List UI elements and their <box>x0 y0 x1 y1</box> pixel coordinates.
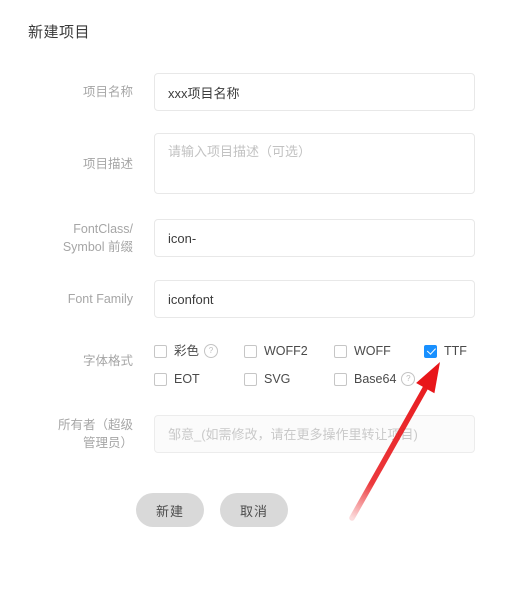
checkbox-woff2[interactable]: WOFF2 <box>244 340 308 362</box>
checkbox-eot[interactable]: EOT <box>154 368 200 390</box>
checkbox-row-2: EOT SVG Base64? <box>154 368 494 390</box>
font-prefix-input[interactable] <box>154 219 475 257</box>
label-font-prefix: FontClass/ Symbol 前缀 <box>62 222 133 254</box>
new-project-dialog: 新建项目 项目名称 项目描述 FontClass/ Symbol 前缀 Font… <box>0 0 517 595</box>
font-format-checkbox-grid: 彩色? WOFF2 WOFF TTF EOT SVG Base64? <box>154 340 494 396</box>
checkbox-base64[interactable]: Base64? <box>334 368 416 390</box>
checkbox-checked-icon[interactable] <box>424 344 437 358</box>
help-question-icon[interactable]: ? <box>401 372 416 386</box>
checkbox-label: SVG <box>264 372 291 386</box>
checkbox-empty-icon[interactable] <box>334 372 347 386</box>
checkbox-ttf[interactable]: TTF <box>424 340 467 362</box>
checkbox-woff[interactable]: WOFF <box>334 340 391 362</box>
label-font-family: Font Family <box>67 292 133 306</box>
checkbox-empty-icon[interactable] <box>154 372 167 386</box>
checkbox-彩色[interactable]: 彩色? <box>154 340 219 362</box>
checkbox-label: EOT <box>174 372 200 386</box>
dialog-actions: 新建 取消 <box>136 493 288 527</box>
create-button[interactable]: 新建 <box>136 493 204 527</box>
checkbox-empty-icon[interactable] <box>244 372 257 386</box>
label-project-name: 项目名称 <box>82 85 133 99</box>
checkbox-label: 彩色 <box>174 344 200 358</box>
label-project-desc: 项目描述 <box>82 157 133 171</box>
label-owner: 所有者（超级 管理员） <box>57 418 133 450</box>
font-family-input[interactable] <box>154 280 475 318</box>
checkbox-label: WOFF2 <box>264 344 308 358</box>
page-title: 新建项目 <box>28 24 91 41</box>
checkbox-label: TTF <box>444 344 467 358</box>
cancel-button[interactable]: 取消 <box>220 493 288 527</box>
project-name-input[interactable] <box>154 73 475 111</box>
checkbox-row-1: 彩色? WOFF2 WOFF TTF <box>154 340 494 362</box>
help-question-icon[interactable]: ? <box>204 344 219 358</box>
project-desc-textarea[interactable] <box>154 133 475 194</box>
checkbox-label: Base64 <box>354 372 397 386</box>
checkbox-empty-icon[interactable] <box>154 344 167 358</box>
label-font-format: 字体格式 <box>82 354 133 368</box>
checkbox-empty-icon[interactable] <box>334 344 347 358</box>
owner-input <box>154 415 475 453</box>
checkbox-empty-icon[interactable] <box>244 344 257 358</box>
checkbox-svg[interactable]: SVG <box>244 368 290 390</box>
checkbox-label: WOFF <box>354 344 391 358</box>
